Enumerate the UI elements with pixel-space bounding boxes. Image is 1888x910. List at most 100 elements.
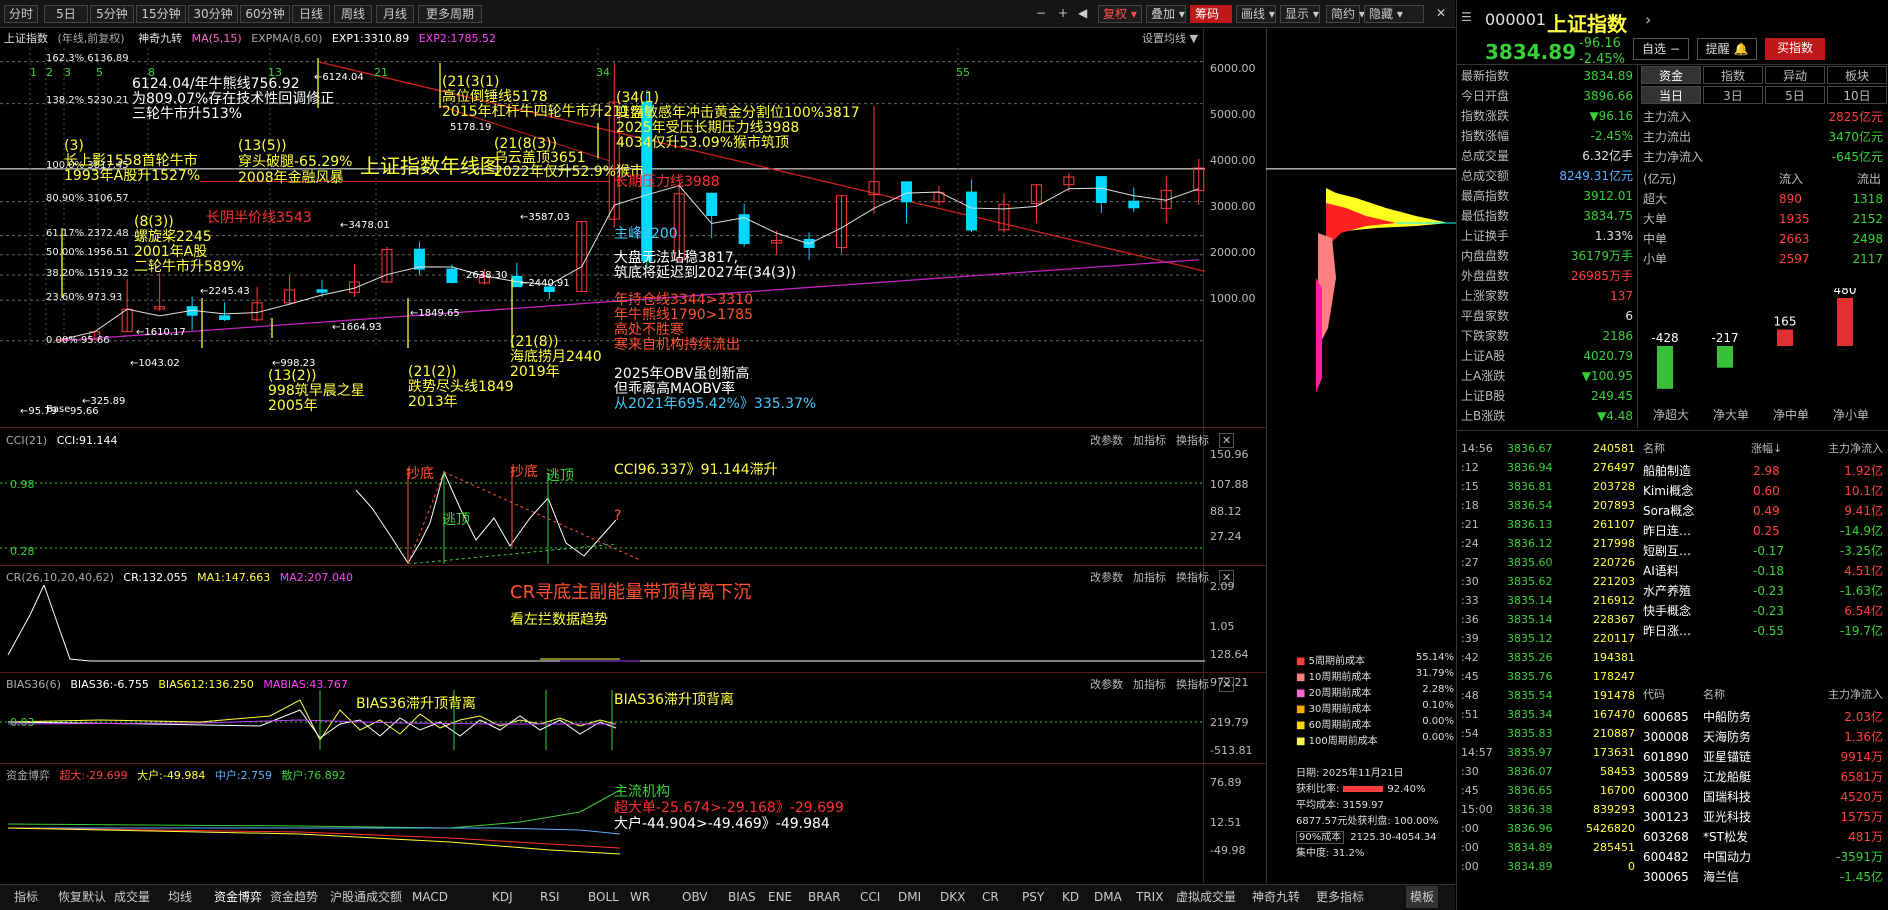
- bottom-tab[interactable]: BIAS: [728, 886, 756, 908]
- stock-row[interactable]: 600300 国瑞科技 4520万: [1643, 788, 1885, 806]
- fund-tab[interactable]: 资金: [1641, 66, 1701, 84]
- close-icon[interactable]: ✕: [1432, 5, 1450, 23]
- bottom-tab[interactable]: 成交量: [114, 886, 150, 908]
- cci-axis-label: 27.24: [1210, 530, 1242, 543]
- left-button[interactable]: ◀: [1074, 5, 1091, 23]
- sector-row[interactable]: 水产养殖 -0.23 -1.63亿: [1643, 582, 1885, 600]
- chevron-right-icon[interactable]: ›: [1645, 10, 1651, 29]
- bottom-tab[interactable]: KDJ: [492, 886, 513, 908]
- close-icon[interactable]: ✕: [1219, 433, 1235, 448]
- toolbar-button[interactable]: 画线 ▾: [1236, 5, 1276, 23]
- bottom-tab[interactable]: ENE: [768, 886, 792, 908]
- menu-icon[interactable]: ☰: [1461, 10, 1472, 24]
- bottom-tab[interactable]: OBV: [682, 886, 708, 908]
- panel-action[interactable]: 改参数: [1090, 571, 1123, 584]
- sector-row[interactable]: Kimi概念 0.60 10.1亿: [1643, 482, 1885, 500]
- period-tab[interactable]: 60分钟: [240, 5, 290, 23]
- toolbar-button[interactable]: 隐藏 ▾: [1364, 5, 1424, 23]
- bottom-tab[interactable]: TRIX: [1136, 886, 1163, 908]
- toolbar-button[interactable]: 显示 ▾: [1280, 5, 1320, 23]
- bottom-tab[interactable]: BRAR: [808, 886, 841, 908]
- panel-action[interactable]: 换指标: [1176, 571, 1209, 584]
- bottom-tab[interactable]: 神奇九转: [1252, 886, 1300, 908]
- toolbar-button[interactable]: 筹码: [1190, 5, 1232, 23]
- panel-action[interactable]: 加指标: [1133, 571, 1166, 584]
- sector-row[interactable]: AI语料 -0.18 4.51亿: [1643, 562, 1885, 580]
- day-tab[interactable]: 3日: [1703, 86, 1763, 104]
- period-tab[interactable]: 15分钟: [136, 5, 186, 23]
- bias-annotation: BIAS36滞升顶背离: [614, 692, 735, 708]
- indicator-name[interactable]: 神奇九转: [138, 32, 182, 45]
- fund-tab[interactable]: 异动: [1765, 66, 1825, 84]
- period-tab[interactable]: 5分钟: [90, 5, 134, 23]
- day-tab[interactable]: 5日: [1765, 86, 1825, 104]
- sector-row[interactable]: Sora概念 0.49 9.41亿: [1643, 502, 1885, 520]
- sector-row[interactable]: 快手概念 -0.23 6.54亿: [1643, 602, 1885, 620]
- day-tab[interactable]: 10日: [1827, 86, 1887, 104]
- bottom-tab[interactable]: 沪股通成交额: [330, 886, 402, 908]
- count-label: 55: [956, 66, 970, 79]
- bottom-tab[interactable]: CR: [982, 886, 999, 908]
- alert-button[interactable]: 提醒 🔔: [1697, 38, 1757, 60]
- bottom-tab[interactable]: DKX: [940, 886, 965, 908]
- fund-tab[interactable]: 指数: [1703, 66, 1763, 84]
- stock-row[interactable]: 300589 江龙船艇 6581万: [1643, 768, 1885, 786]
- panel-action[interactable]: 改参数: [1090, 434, 1123, 447]
- sector-row[interactable]: 短剧互… -0.17 -3.25亿: [1643, 542, 1885, 560]
- bottom-tab[interactable]: KD: [1062, 886, 1079, 908]
- toolbar-button[interactable]: 简约 ▾: [1326, 5, 1365, 23]
- count-label: 34: [596, 66, 610, 79]
- bottom-tab[interactable]: 指标: [14, 886, 38, 908]
- stock-row[interactable]: 600685 中船防务 2.03亿: [1643, 708, 1885, 726]
- bottom-tab[interactable]: PSY: [1022, 886, 1044, 908]
- sector-row[interactable]: 昨日连… 0.25 -14.9亿: [1643, 522, 1885, 540]
- bottom-tab[interactable]: 资金博弈: [214, 886, 262, 908]
- toolbar-button[interactable]: 叠加 ▾: [1146, 5, 1186, 23]
- day-tab[interactable]: 当日: [1641, 86, 1701, 104]
- bottom-tab[interactable]: 虚拟成交量: [1176, 886, 1236, 908]
- candle-body: [965, 191, 977, 231]
- bottom-tab[interactable]: 模板: [1406, 886, 1439, 908]
- plus-button[interactable]: +: [1054, 5, 1072, 23]
- stock-row[interactable]: 600482 中国动力 -3591万: [1643, 848, 1885, 866]
- period-tab[interactable]: 周线: [334, 5, 372, 23]
- minus-button[interactable]: −: [1032, 5, 1050, 23]
- sector-row[interactable]: 船舶制造 2.98 1.92亿: [1643, 462, 1885, 480]
- cost-select[interactable]: 90%成本: [1296, 831, 1345, 844]
- settings-ma-button[interactable]: 设置均线 ▼: [1142, 29, 1198, 49]
- sector-header: 名称 涨幅↓ 主力净流入: [1643, 442, 1883, 455]
- period-tab[interactable]: 5日: [44, 5, 88, 23]
- sector-row[interactable]: 昨日涨… -0.55 -19.7亿: [1643, 622, 1885, 640]
- stock-row[interactable]: 300008 天海防务 1.36亿: [1643, 728, 1885, 746]
- panel-action[interactable]: 加指标: [1133, 434, 1166, 447]
- stock-row[interactable]: 300065 海兰信 -1.45亿: [1643, 868, 1885, 886]
- bottom-tab[interactable]: RSI: [540, 886, 560, 908]
- bottom-tab[interactable]: 资金趋势: [270, 886, 318, 908]
- tick-row: :42 3835.26 194381: [1461, 651, 1635, 664]
- bottom-tab[interactable]: DMA: [1094, 886, 1122, 908]
- period-tab[interactable]: 更多周期: [418, 5, 482, 23]
- period-tab[interactable]: 月线: [376, 5, 414, 23]
- bottom-tab[interactable]: DMI: [898, 886, 921, 908]
- bottom-tab[interactable]: 均线: [168, 886, 192, 908]
- bottom-tab[interactable]: CCI: [860, 886, 880, 908]
- bottom-tab[interactable]: BOLL: [588, 886, 619, 908]
- period-tab[interactable]: 30分钟: [188, 5, 238, 23]
- fund-tab[interactable]: 板块: [1827, 66, 1887, 84]
- bottom-tab[interactable]: 恢复默认: [58, 886, 106, 908]
- bottom-tab[interactable]: 更多指标: [1316, 886, 1364, 908]
- stock-row[interactable]: 603268 *ST松发 481万: [1643, 828, 1885, 846]
- period-tab[interactable]: 日线: [292, 5, 330, 23]
- bottom-tab[interactable]: WR: [630, 886, 650, 908]
- period-tab[interactable]: 分时: [4, 5, 38, 23]
- stock-row[interactable]: 601890 亚星锚链 9914万: [1643, 748, 1885, 766]
- toolbar-button[interactable]: 复权 ▾: [1098, 5, 1142, 23]
- zj-da: 大户:-49.984: [137, 769, 206, 782]
- panel-action[interactable]: 换指标: [1176, 434, 1209, 447]
- net-flow-bars: -428 -217 165 480: [1651, 288, 1856, 389]
- bottom-tab[interactable]: MACD: [412, 886, 448, 908]
- cci-level-label: 0.28: [10, 545, 35, 558]
- watchlist-button[interactable]: 自选 −: [1633, 38, 1689, 60]
- buy-index-button[interactable]: 买指数: [1765, 38, 1825, 60]
- stock-row[interactable]: 300123 亚光科技 1575万: [1643, 808, 1885, 826]
